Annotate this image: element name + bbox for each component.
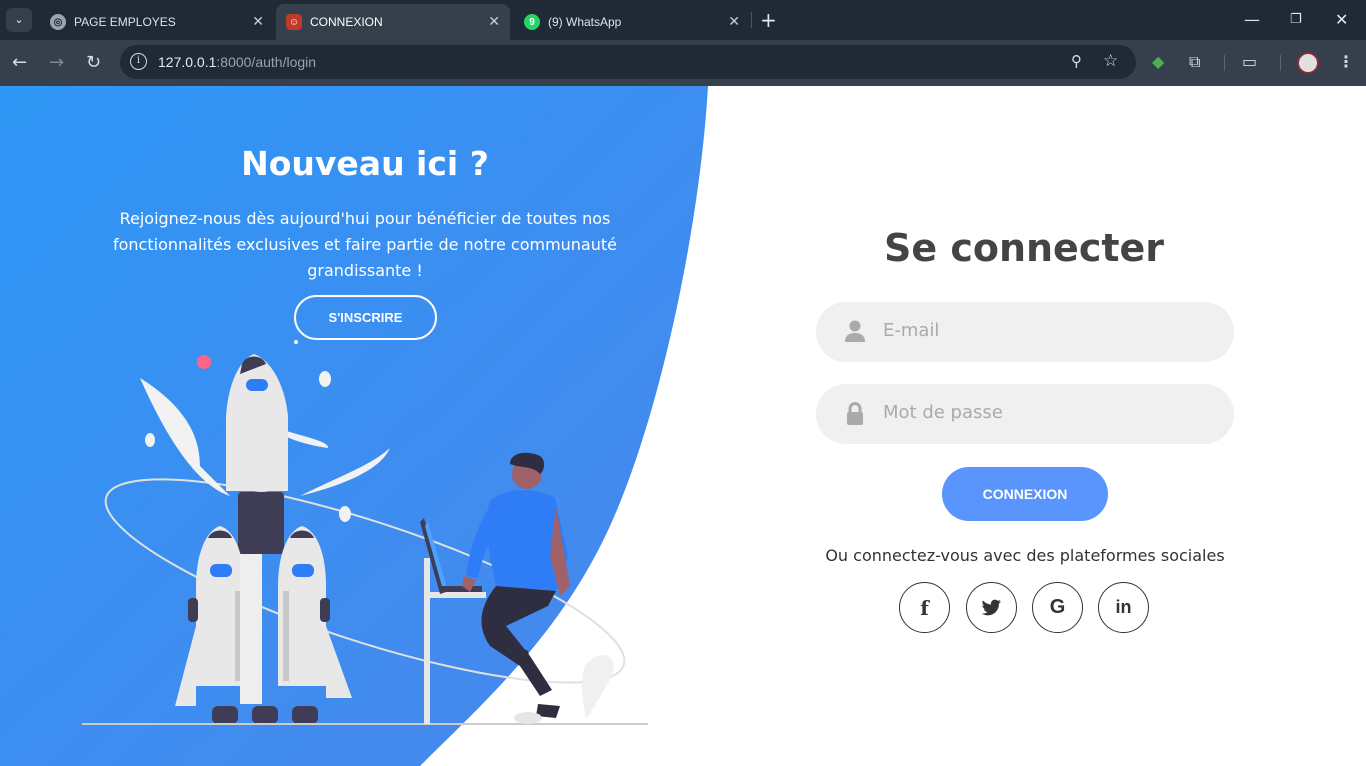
plus-icon[interactable]: + [760, 8, 777, 32]
whatsapp-icon: 9 [524, 14, 540, 30]
tab-title: (9) WhatsApp [548, 15, 622, 29]
back-icon[interactable]: ← [12, 52, 27, 73]
minimize-icon[interactable]: — [1244, 10, 1260, 29]
reload-icon[interactable]: ↻ [86, 52, 101, 73]
app-favicon-icon: ☺ [286, 14, 302, 30]
globe-icon: ◎ [50, 14, 66, 30]
twitter-button[interactable] [966, 582, 1017, 633]
rocket-illustration [82, 340, 648, 725]
tab-title: CONNEXION [310, 15, 383, 29]
tab-separator [751, 12, 752, 28]
close-icon[interactable]: ✕ [488, 13, 500, 30]
tab-title: PAGE EMPLOYES [74, 15, 176, 29]
toolbar-separator [1280, 55, 1281, 71]
twitter-icon [981, 599, 1001, 615]
user-icon [845, 320, 865, 342]
menu-icon[interactable]: ⋮ [1338, 52, 1354, 71]
social-login-text: Ou connectez-vous avec des plateformes s… [825, 546, 1225, 565]
email-input[interactable]: E-mail [883, 320, 939, 341]
extension-colorful-icon[interactable]: ◆ [1152, 52, 1164, 71]
lock-icon [847, 402, 863, 425]
reading-list-icon[interactable]: ▭ [1242, 52, 1257, 71]
forward-icon[interactable]: → [49, 52, 64, 73]
avatar[interactable] [1297, 52, 1319, 74]
google-icon: G [1049, 596, 1066, 618]
tab-connexion[interactable]: ☺ CONNEXION ✕ [276, 4, 510, 40]
close-icon[interactable]: ✕ [728, 13, 740, 30]
tab-whatsapp[interactable]: 9 (9) WhatsApp ✕ [514, 4, 750, 40]
url-text: 127.0.0.1:8000/auth/login [158, 54, 317, 70]
linkedin-button[interactable]: in [1098, 582, 1149, 633]
site-info-icon[interactable]: i [130, 53, 147, 70]
browser-tab-bar: ⌄ ◎ PAGE EMPLOYES ✕ ☺ CONNEXION ✕ 9 (9) … [0, 0, 1366, 40]
close-icon[interactable]: ✕ [252, 13, 264, 30]
email-field[interactable]: E-mail [816, 302, 1234, 362]
tab-page-employes[interactable]: ◎ PAGE EMPLOYES ✕ [38, 4, 274, 40]
login-button[interactable]: CONNEXION [942, 467, 1108, 521]
puzzle-icon[interactable]: ⧉ [1189, 52, 1200, 72]
toolbar-separator [1224, 55, 1225, 71]
address-bar[interactable]: i 127.0.0.1:8000/auth/login ⚲ ☆ [120, 45, 1136, 79]
zoom-icon[interactable]: ⚲ [1071, 52, 1082, 70]
signup-panel: Nouveau ici ? Rejoignez-nous dès aujourd… [0, 86, 730, 766]
google-button[interactable]: G [1032, 582, 1083, 633]
password-field[interactable]: Mot de passe [816, 384, 1234, 444]
browser-toolbar: ← → ↻ i 127.0.0.1:8000/auth/login ⚲ ☆ ◆ … [0, 40, 1366, 86]
star-icon[interactable]: ☆ [1103, 51, 1118, 71]
login-title: Se connecter [883, 226, 1165, 270]
facebook-button[interactable]: f [899, 582, 950, 633]
linkedin-icon: in [1115, 597, 1132, 617]
facebook-icon: f [920, 595, 929, 620]
restore-icon[interactable]: ❐ [1290, 12, 1302, 27]
password-input[interactable]: Mot de passe [883, 402, 1003, 423]
close-window-icon[interactable]: ✕ [1335, 10, 1348, 29]
tab-list-button[interactable]: ⌄ [6, 8, 32, 32]
login-page: Nouveau ici ? Rejoignez-nous dès aujourd… [0, 86, 1366, 766]
